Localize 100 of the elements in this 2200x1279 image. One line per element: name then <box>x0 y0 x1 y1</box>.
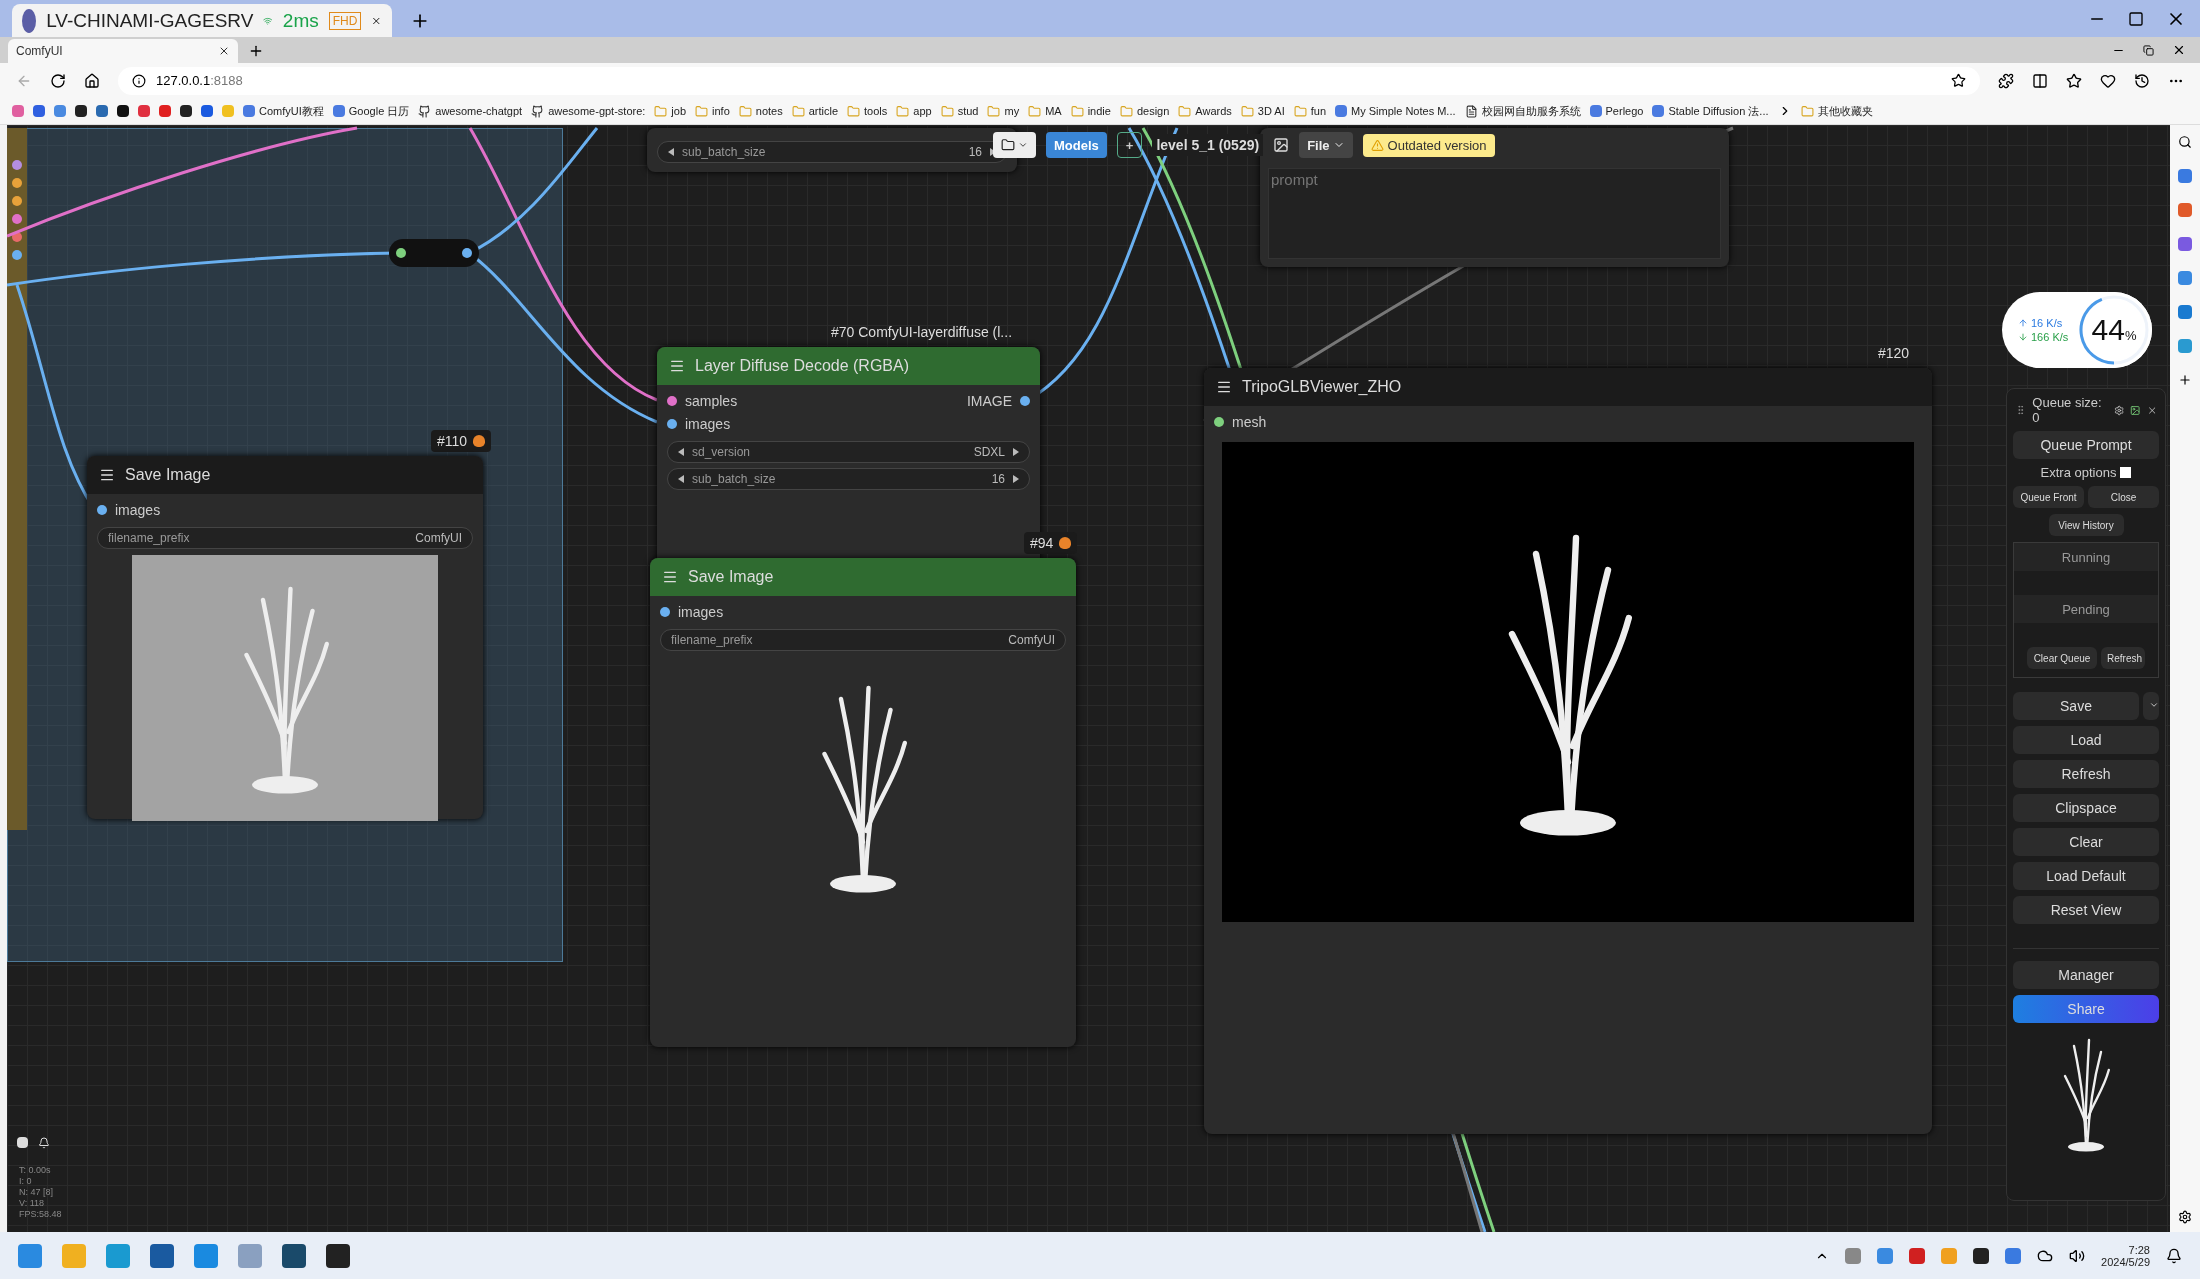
slot-dot[interactable] <box>12 250 22 260</box>
slot-dot[interactable] <box>1020 396 1030 406</box>
search-icon[interactable] <box>2178 135 2192 149</box>
document-icon[interactable] <box>17 1137 28 1148</box>
bookmark-link[interactable]: notes <box>738 104 783 118</box>
slot-dot[interactable] <box>12 232 22 242</box>
taskbar-app-icon[interactable] <box>150 1243 174 1268</box>
favorites-icon[interactable] <box>2066 72 2082 89</box>
node-title[interactable]: Layer Diffuse Decode (RGBA) <box>657 347 1040 385</box>
bookmark-link[interactable]: tools <box>847 104 888 118</box>
bookmark-link[interactable]: app <box>896 104 932 118</box>
input-slot[interactable]: images <box>667 416 738 432</box>
new-tab-icon[interactable] <box>248 43 264 59</box>
bookmark-link[interactable]: Stable Diffusion 法... <box>1652 103 1769 119</box>
bookmark-link[interactable]: my <box>987 104 1020 118</box>
models-button[interactable]: Models <box>1046 132 1107 158</box>
bookmark-link[interactable]: Google 日历 <box>332 103 410 119</box>
menu-button[interactable]: Load <box>2013 726 2159 754</box>
bookmark-link[interactable]: fun <box>1293 104 1326 118</box>
bookmark-link[interactable]: design <box>1119 104 1170 118</box>
input-slot[interactable]: samples <box>667 393 738 409</box>
bookmark-link[interactable]: indie <box>1070 104 1111 118</box>
add-icon[interactable] <box>2178 373 2192 387</box>
close-button[interactable]: Close <box>2088 486 2159 508</box>
slot-dot[interactable] <box>12 160 22 170</box>
bookmark-link[interactable]: 其他收藏夹 <box>1800 103 1873 119</box>
bookmark-icon[interactable] <box>117 105 129 117</box>
menu-button[interactable]: Load Default <box>2013 862 2159 890</box>
settings-icon[interactable] <box>2178 1210 2192 1224</box>
slot-dot[interactable] <box>12 196 22 206</box>
view-history-button[interactable]: View History <box>2048 514 2124 536</box>
manager-button[interactable]: Manager <box>2013 961 2159 989</box>
taskbar-app-icon[interactable] <box>282 1243 306 1268</box>
slot-dot[interactable] <box>97 505 107 515</box>
menu-button[interactable]: Clear <box>2013 828 2159 856</box>
bookmark-icon[interactable] <box>75 105 87 117</box>
widget-field[interactable]: filename_prefix ComfyUI <box>660 629 1066 651</box>
queue-prompt-button[interactable]: Queue Prompt <box>2013 431 2159 459</box>
menu-icon[interactable] <box>99 467 115 483</box>
widget-field[interactable]: sub_batch_size 16 <box>667 468 1030 490</box>
slot-dot[interactable] <box>12 214 22 224</box>
input-slot[interactable]: images <box>660 604 724 620</box>
bookmark-link[interactable]: article <box>791 104 839 118</box>
bookmark-icon[interactable] <box>180 105 192 117</box>
bookmark-link[interactable]: info <box>695 104 730 118</box>
slot-dot[interactable] <box>667 419 677 429</box>
menu-icon[interactable] <box>1216 379 1232 395</box>
add-button[interactable]: + <box>1116 132 1143 158</box>
bookmark-link[interactable]: job <box>654 104 687 118</box>
share-button[interactable]: Share <box>2013 995 2159 1023</box>
bookmark-link[interactable]: awesome-chatgpt <box>418 104 523 118</box>
slot-dot[interactable] <box>660 607 670 617</box>
taskbar-app-icon[interactable] <box>326 1243 350 1268</box>
left-arrow-icon[interactable] <box>668 148 674 156</box>
left-arrow-icon[interactable] <box>678 475 684 483</box>
image-icon[interactable] <box>1273 137 1290 153</box>
slot-dot[interactable] <box>667 396 677 406</box>
extra-options-checkbox[interactable] <box>2120 467 2132 478</box>
right-arrow-icon[interactable] <box>1013 448 1019 456</box>
extensions-icon[interactable] <box>1998 72 2014 89</box>
menu-button[interactable]: Clipspace <box>2013 794 2159 822</box>
bookmark-link[interactable]: MA <box>1028 104 1062 118</box>
notification-icon[interactable] <box>2166 1247 2182 1264</box>
restore-icon[interactable] <box>2143 44 2154 56</box>
tray-icon[interactable] <box>1973 1247 1990 1264</box>
remote-session-tab[interactable]: LV-CHINAMI-GAGESRV 2ms FHD <box>12 4 392 37</box>
volume-icon[interactable] <box>2069 1247 2086 1264</box>
image-icon[interactable] <box>2130 404 2141 416</box>
sidebar-app-icon[interactable] <box>2178 237 2192 251</box>
prompt-field[interactable]: prompt <box>1268 168 1721 259</box>
input-slot[interactable]: mesh <box>1214 414 1267 430</box>
reload-icon[interactable] <box>50 72 66 89</box>
bookmark-link[interactable]: 校园网自助服务系统 <box>1464 103 1581 119</box>
clear-queue-button[interactable]: Clear Queue <box>2027 647 2097 669</box>
bookmark-link[interactable]: My Simple Notes M... <box>1335 105 1456 117</box>
right-arrow-icon[interactable] <box>1013 475 1019 483</box>
save-button[interactable]: Save <box>2013 692 2139 720</box>
bookmark-link[interactable]: stud <box>940 104 979 118</box>
folder-button[interactable] <box>993 132 1036 158</box>
close-icon[interactable] <box>218 45 230 57</box>
widget-field[interactable]: filename_prefix ComfyUI <box>97 527 473 549</box>
browser-tab[interactable]: ComfyUI <box>8 39 238 63</box>
split-screen-icon[interactable] <box>2032 72 2048 89</box>
bookmark-link[interactable]: ComfyUI教程 <box>243 103 324 119</box>
node-title[interactable]: TripoGLBViewer_ZHO <box>1204 368 1932 406</box>
node-title[interactable]: Save Image <box>87 456 483 494</box>
address-field[interactable]: 127.0.0.1:8188 <box>118 66 1980 95</box>
slot-dot[interactable] <box>1214 417 1224 427</box>
menu-button[interactable]: Refresh <box>2013 760 2159 788</box>
widget-field[interactable]: sd_version SDXL <box>667 441 1030 463</box>
close-icon[interactable] <box>2172 43 2186 57</box>
clock[interactable]: 7:28 2024/5/29 <box>2101 1243 2150 1268</box>
history-icon[interactable] <box>2134 72 2150 89</box>
info-icon[interactable] <box>132 73 146 88</box>
node-title[interactable]: Save Image <box>650 558 1076 596</box>
output-slot[interactable]: IMAGE <box>966 393 1030 409</box>
menu-button[interactable]: Reset View <box>2013 896 2159 924</box>
bookmark-link[interactable]: 3D AI <box>1240 104 1285 118</box>
sidebar-app-icon[interactable] <box>2178 305 2192 319</box>
slot-dot[interactable] <box>12 178 22 188</box>
